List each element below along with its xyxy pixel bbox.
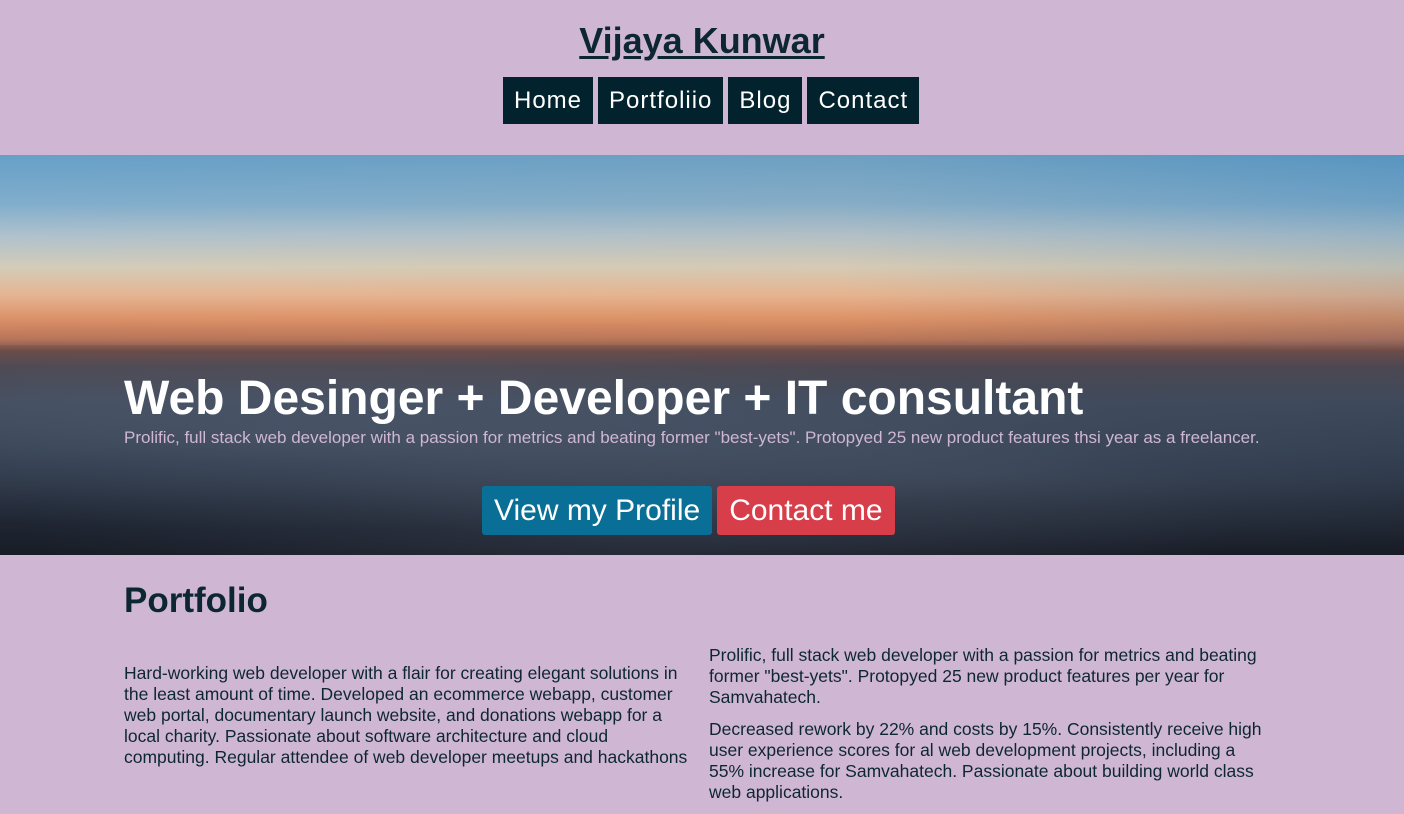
hero-title: Web Desinger + Developer + IT consultant xyxy=(124,372,1084,425)
main-nav: Home Portfoliio Blog Contact xyxy=(503,77,920,124)
nav-portfolio[interactable]: Portfoliio xyxy=(598,77,724,124)
portfolio-left-paragraph: Hard-working web developer with a flair … xyxy=(124,663,688,767)
hero-buttons: View my Profile Contact me xyxy=(482,486,895,535)
site-title[interactable]: Vijaya Kunwar xyxy=(0,20,1404,62)
site-header: Vijaya Kunwar Home Portfoliio Blog Conta… xyxy=(0,0,1404,155)
portfolio-column-left: Hard-working web developer with a flair … xyxy=(124,663,689,779)
contact-me-button[interactable]: Contact me xyxy=(717,486,895,535)
portfolio-title: Portfolio xyxy=(124,581,268,620)
view-profile-button[interactable]: View my Profile xyxy=(482,486,713,535)
hero-description: Prolific, full stack web developer with … xyxy=(124,428,1260,447)
portfolio-right-paragraph-1: Prolific, full stack web developer with … xyxy=(709,645,1257,707)
nav-blog[interactable]: Blog xyxy=(728,77,803,124)
hero-background-sky xyxy=(0,155,1404,345)
portfolio-section: Portfolio Hard-working web developer wit… xyxy=(0,555,1404,802)
portfolio-right-paragraph-2: Decreased rework by 22% and costs by 15%… xyxy=(709,719,1262,802)
portfolio-column-right: Prolific, full stack web developer with … xyxy=(709,645,1274,814)
hero-banner: Web Desinger + Developer + IT consultant… xyxy=(0,155,1404,555)
nav-contact[interactable]: Contact xyxy=(807,77,920,124)
nav-home[interactable]: Home xyxy=(503,77,594,124)
